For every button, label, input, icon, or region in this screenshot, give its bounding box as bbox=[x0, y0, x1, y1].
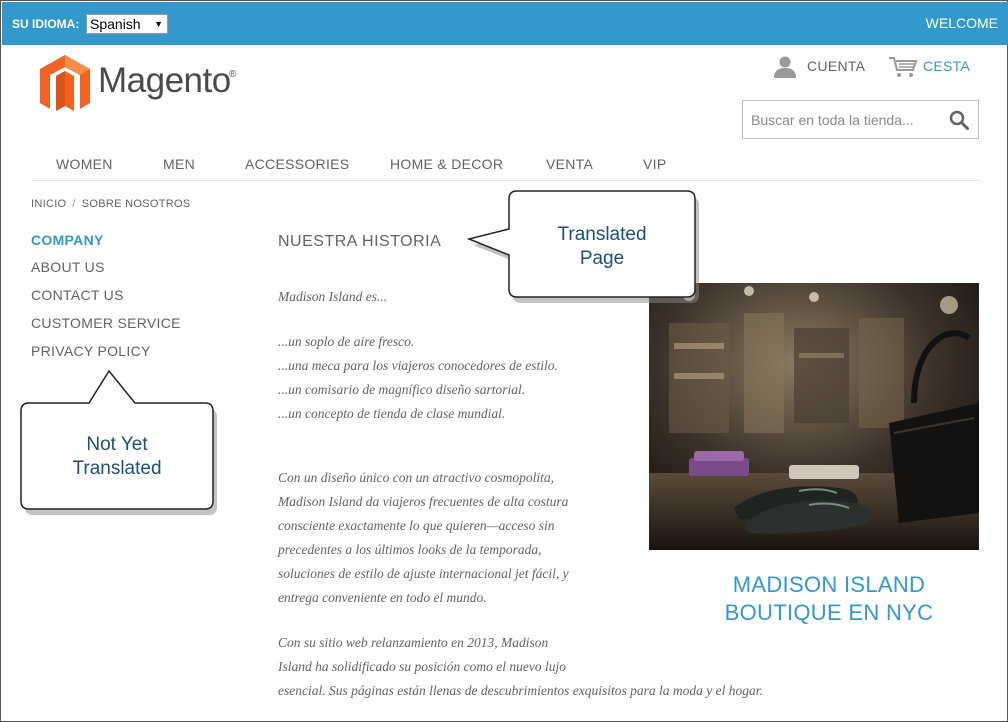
intro-text: Madison Island es... bbox=[278, 289, 388, 304]
breadcrumb-home[interactable]: INICIO bbox=[31, 198, 66, 210]
sidebar-item-contact-us[interactable]: CONTACT US bbox=[31, 287, 124, 303]
language-select-value: Spanish bbox=[90, 16, 141, 32]
dropdown-arrow-icon: ▼ bbox=[154, 19, 163, 29]
logo-trademark: ® bbox=[229, 69, 237, 80]
intro-line: ...una meca para los viajeros conocedore… bbox=[278, 358, 558, 373]
intro-line: ...un soplo de aire fresco. bbox=[278, 334, 415, 349]
intro-line: ...un concepto de tienda de clase mundia… bbox=[278, 406, 506, 421]
logo-wordmark[interactable]: Magento bbox=[98, 61, 231, 101]
sidebar-item-about-us[interactable]: ABOUT US bbox=[31, 259, 105, 275]
sidebar-item-customer-service[interactable]: CUSTOMER SERVICE bbox=[31, 315, 181, 331]
language-label: SU IDIOMA: bbox=[12, 17, 80, 31]
paragraph-line: Con un diseño único con un atractivo cos… bbox=[278, 470, 554, 485]
not-translated-callout-line-1: Not Yet bbox=[86, 434, 148, 455]
nav-item-home-decor[interactable]: HOME & DECOR bbox=[390, 156, 503, 172]
search-box[interactable]: Buscar en toda la tienda... bbox=[742, 100, 979, 139]
breadcrumb-separator: / bbox=[72, 198, 76, 210]
account-link[interactable]: CUENTA bbox=[807, 58, 865, 74]
nav-item-vip[interactable]: VIP bbox=[643, 156, 666, 172]
caption-line-1: MADISON ISLAND bbox=[732, 572, 926, 597]
paragraph-line: consciente exactamente lo que quieren—ac… bbox=[278, 518, 555, 533]
paragraph-line: Con su sitio web relanzamiento en 2013, … bbox=[278, 635, 549, 650]
nav-item-accessories[interactable]: ACCESSORIES bbox=[245, 156, 349, 172]
search-input[interactable]: Buscar en toda la tienda... bbox=[751, 112, 914, 128]
magento-logo-icon[interactable] bbox=[40, 55, 90, 111]
paragraph-line: esencial. Sus páginas están llenas de de… bbox=[278, 683, 763, 698]
translated-callout-line-1: Translated bbox=[557, 224, 647, 245]
translated-callout: Translated Page bbox=[509, 223, 695, 271]
paragraph-line: soluciones de estilo de ajuste internaci… bbox=[278, 566, 569, 581]
photo-caption: MADISON ISLAND BOUTIQUE EN NYC bbox=[649, 571, 1008, 627]
nav-item-men[interactable]: MEN bbox=[163, 156, 195, 172]
breadcrumb-current: SOBRE NOSOTROS bbox=[81, 198, 191, 210]
boutique-photo bbox=[649, 283, 979, 550]
translated-callout-line-2: Page bbox=[579, 248, 625, 269]
welcome-message: WELCOME bbox=[925, 15, 998, 31]
nav-item-women[interactable]: WOMEN bbox=[56, 156, 113, 172]
account-icon[interactable] bbox=[773, 56, 797, 78]
main-nav: WOMEN MEN ACCESSORIES HOME & DECOR VENTA… bbox=[31, 153, 979, 181]
nav-item-venta[interactable]: VENTA bbox=[546, 156, 593, 172]
paragraph-2: Con su sitio web relanzamiento en 2013, … bbox=[278, 631, 763, 703]
browser-frame: SU IDIOMA: Spanish ▼ WELCOME Magento ® C… bbox=[0, 0, 1008, 722]
paragraph-line: precedentes a los últimos looks de la te… bbox=[278, 542, 542, 557]
caption-line-2: BOUTIQUE EN NYC bbox=[724, 600, 934, 625]
paragraph-line: Island ha solidificado su posición como … bbox=[278, 659, 566, 674]
top-bar: SU IDIOMA: Spanish ▼ WELCOME bbox=[2, 2, 1008, 45]
language-select[interactable]: Spanish ▼ bbox=[86, 14, 168, 34]
intro-line: ...un comisario de magnífico diseño sart… bbox=[278, 382, 526, 397]
boutique-photo-illustration bbox=[649, 283, 979, 550]
breadcrumb: INICIO / SOBRE NOSOTROS bbox=[31, 198, 191, 210]
cart-icon[interactable] bbox=[888, 56, 918, 78]
sidebar-title: COMPANY bbox=[31, 232, 104, 248]
search-icon[interactable] bbox=[949, 110, 969, 130]
intro-lines: ...un soplo de aire fresco. ...una meca … bbox=[278, 330, 558, 426]
paragraph-line: Madison Island da viajeros frecuentes de… bbox=[278, 494, 569, 509]
paragraph-line: entrega conveniente en todo el mundo. bbox=[278, 590, 487, 605]
not-translated-callout-line-2: Translated bbox=[72, 458, 162, 479]
paragraph-1: Con un diseño único con un atractivo cos… bbox=[278, 466, 569, 610]
not-translated-callout: Not Yet Translated bbox=[21, 433, 213, 481]
page-title: NUESTRA HISTORIA bbox=[278, 233, 442, 250]
sidebar-item-privacy-policy[interactable]: PRIVACY POLICY bbox=[31, 343, 151, 359]
cart-link[interactable]: CESTA bbox=[923, 58, 970, 74]
